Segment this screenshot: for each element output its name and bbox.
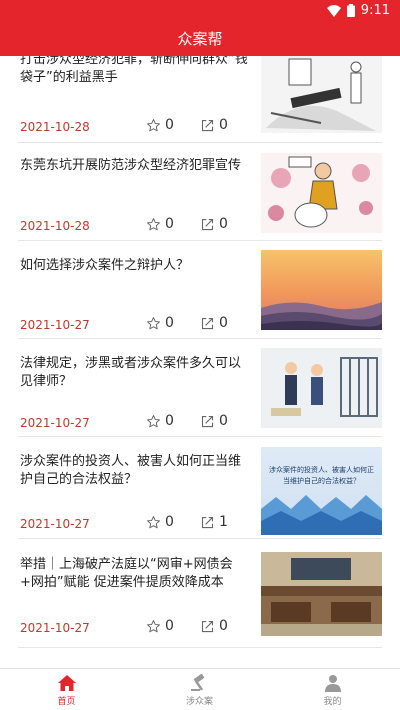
thumbnail-caption: 涉众案件的投资人、被害人如何正当维护自己的合法权益？ bbox=[269, 466, 374, 485]
share-count: 0 bbox=[219, 618, 228, 634]
article-title: 如何选择涉众案件之辩护人？ bbox=[20, 258, 190, 273]
share-icon bbox=[201, 516, 214, 528]
article-title: 举措｜上海破产法庭以“网审+网债会+网拍”赋能 促进案件提质效降成本 bbox=[20, 557, 233, 590]
like-count: 0 bbox=[165, 216, 174, 232]
article-title: 东莞东坑开展防范涉众型经济犯罪宣传 bbox=[20, 158, 242, 173]
article-thumbnail[interactable] bbox=[261, 56, 382, 133]
status-right: 9:11 bbox=[326, 3, 390, 18]
article-thumbnail[interactable] bbox=[261, 552, 382, 636]
share-stat[interactable]: 0 bbox=[200, 315, 228, 331]
tab-profile[interactable]: 我的 bbox=[266, 669, 399, 710]
article-list[interactable]: 打击涉众型经济犯罪，斩断伸向群众“钱袋子”的利益黑手 2021-10-28 0 … bbox=[0, 56, 400, 668]
tab-cases[interactable]: 涉众案 bbox=[133, 669, 266, 710]
share-stat[interactable]: 0 bbox=[200, 413, 228, 429]
article-title: 打击涉众型经济犯罪，斩断伸向群众“钱袋子”的利益黑手 bbox=[20, 56, 248, 85]
share-icon bbox=[201, 317, 214, 329]
wifi-icon bbox=[326, 4, 341, 17]
tab-label: 首页 bbox=[57, 696, 76, 707]
like-count: 0 bbox=[165, 514, 174, 530]
battery-icon bbox=[346, 4, 355, 17]
tab-label: 我的 bbox=[323, 696, 342, 707]
article-item[interactable]: 如何选择涉众案件之辩护人？ 2021-10-27 0 0 bbox=[18, 241, 382, 339]
article-thumbnail[interactable] bbox=[261, 153, 382, 233]
article-item[interactable]: 东莞东坑开展防范涉众型经济犯罪宣传 2021-10-28 0 0 bbox=[18, 143, 382, 241]
article-date: 2021-10-28 bbox=[20, 219, 90, 233]
like-stat[interactable]: 0 bbox=[146, 413, 174, 429]
tab-home[interactable]: 首页 bbox=[0, 669, 133, 710]
tab-label: 涉众案 bbox=[185, 696, 213, 707]
star-icon bbox=[147, 316, 160, 329]
article-item[interactable]: 打击涉众型经济犯罪，斩断伸向群众“钱袋子”的利益黑手 2021-10-28 0 … bbox=[18, 56, 382, 143]
article-date: 2021-10-27 bbox=[20, 416, 90, 430]
like-stat[interactable]: 0 bbox=[146, 514, 174, 530]
article-thumbnail[interactable]: 涉众案件的投资人、被害人如何正当维护自己的合法权益？ bbox=[261, 447, 382, 535]
gavel-icon bbox=[190, 673, 204, 691]
article-date: 2021-10-27 bbox=[20, 318, 90, 332]
app-title: 众案帮 bbox=[177, 30, 223, 48]
article-thumbnail[interactable] bbox=[261, 348, 382, 428]
share-count: 0 bbox=[219, 216, 228, 232]
status-bar: 9:11 bbox=[0, 0, 400, 22]
like-stat[interactable]: 0 bbox=[146, 618, 174, 634]
article-item[interactable]: 法律规定，涉黑或者涉众案件多久可以见律师？ 2021-10-27 0 0 bbox=[18, 339, 382, 437]
share-count: 0 bbox=[219, 413, 228, 429]
user-icon bbox=[324, 674, 341, 692]
like-count: 0 bbox=[165, 413, 174, 429]
share-stat[interactable]: 0 bbox=[200, 216, 228, 232]
like-stat[interactable]: 0 bbox=[146, 117, 174, 133]
article-thumbnail[interactable] bbox=[261, 250, 382, 330]
article-item[interactable]: 涉众案件的投资人、被害人如何正当维护自己的合法权益？ 2021-10-27 0 … bbox=[18, 437, 382, 539]
share-stat[interactable]: 1 bbox=[200, 514, 228, 530]
bottom-tab-bar: 首页 涉众案 我的 bbox=[0, 668, 400, 710]
article-title: 法律规定，涉黑或者涉众案件多久可以见律师？ bbox=[20, 356, 242, 389]
share-count: 1 bbox=[219, 514, 228, 530]
share-icon bbox=[201, 119, 214, 131]
article-item[interactable]: 举措｜上海破产法庭以“网审+网债会+网拍”赋能 促进案件提质效降成本 2021-… bbox=[18, 539, 382, 648]
home-icon bbox=[57, 674, 76, 691]
app-header: 众案帮 bbox=[0, 22, 400, 56]
article-date: 2021-10-28 bbox=[20, 120, 90, 134]
share-count: 0 bbox=[219, 117, 228, 133]
like-stat[interactable]: 0 bbox=[146, 315, 174, 331]
star-icon bbox=[147, 414, 160, 427]
like-count: 0 bbox=[165, 618, 174, 634]
share-stat[interactable]: 0 bbox=[200, 117, 228, 133]
like-count: 0 bbox=[165, 117, 174, 133]
article-date: 2021-10-27 bbox=[20, 621, 90, 635]
share-icon bbox=[201, 620, 214, 632]
share-count: 0 bbox=[219, 315, 228, 331]
share-icon bbox=[201, 415, 214, 427]
article-title: 涉众案件的投资人、被害人如何正当维护自己的合法权益？ bbox=[20, 454, 242, 487]
share-stat[interactable]: 0 bbox=[200, 618, 228, 634]
star-icon bbox=[147, 217, 160, 230]
like-count: 0 bbox=[165, 315, 174, 331]
star-icon bbox=[147, 619, 160, 632]
star-icon bbox=[147, 118, 160, 131]
status-time: 9:11 bbox=[360, 3, 390, 18]
share-icon bbox=[201, 218, 214, 230]
article-date: 2021-10-27 bbox=[20, 517, 90, 531]
star-icon bbox=[147, 515, 160, 528]
like-stat[interactable]: 0 bbox=[146, 216, 174, 232]
